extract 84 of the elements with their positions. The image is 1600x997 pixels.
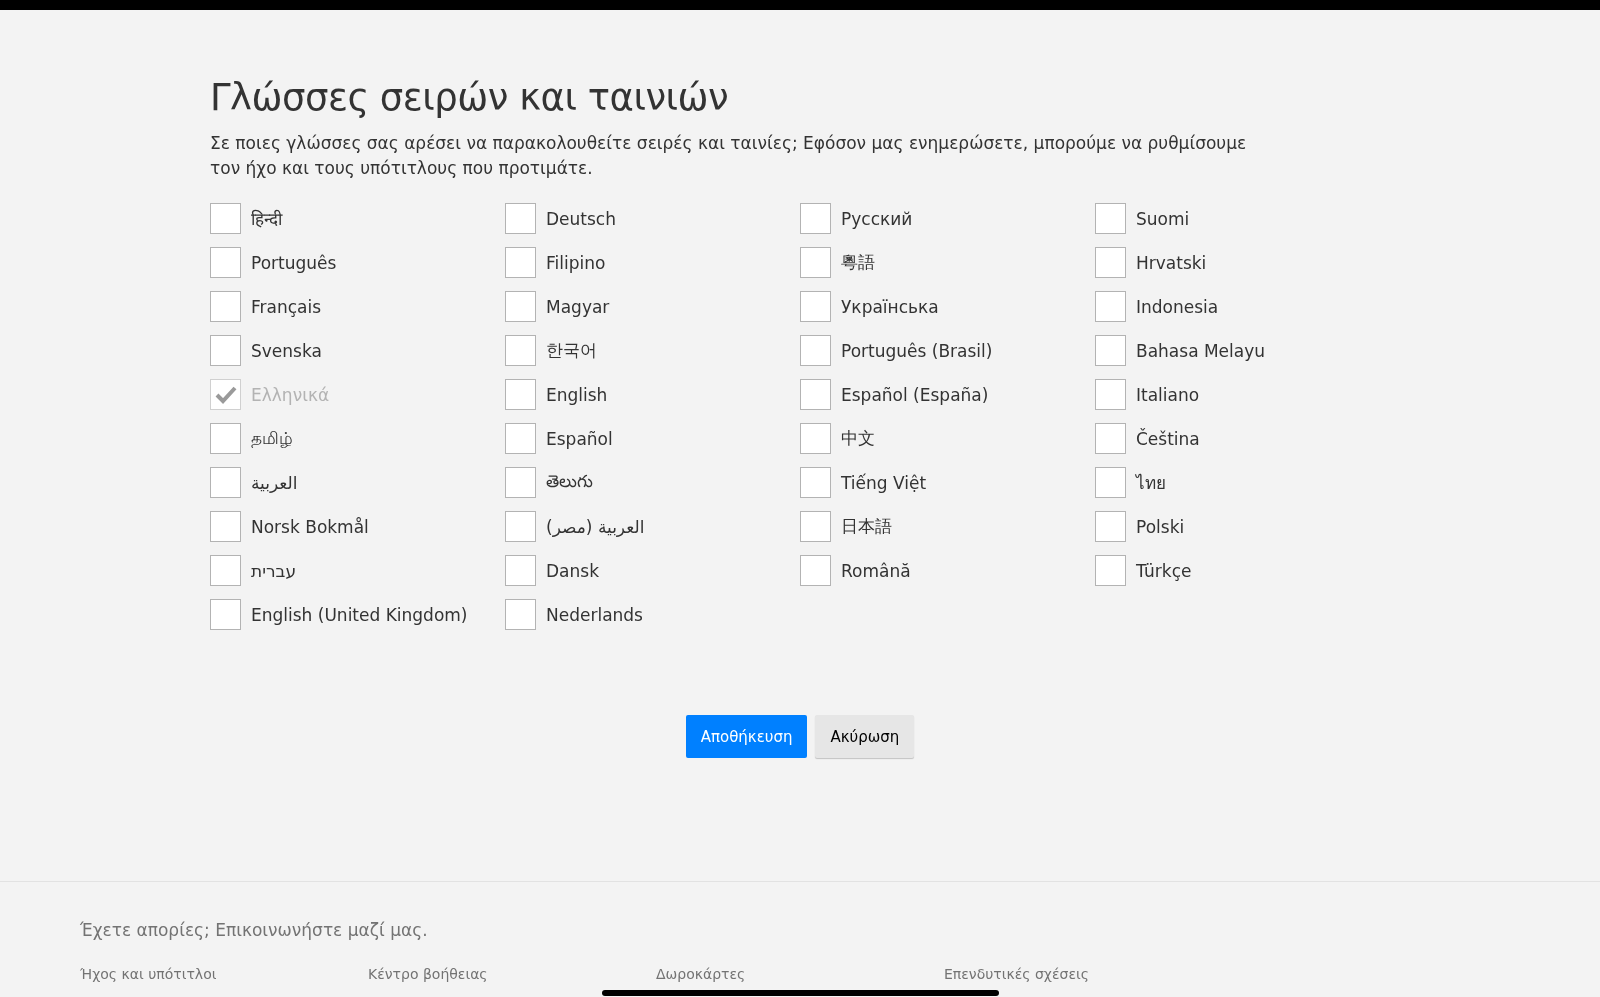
checkbox[interactable] xyxy=(505,247,536,278)
language-label: Indonesia xyxy=(1136,296,1219,317)
checkbox[interactable] xyxy=(800,335,831,366)
language-label: العربية (مصر) xyxy=(546,516,645,537)
checkbox[interactable] xyxy=(1095,379,1126,410)
checkbox[interactable] xyxy=(1095,335,1126,366)
language-label: 粵語 xyxy=(841,251,875,274)
checkbox[interactable] xyxy=(505,335,536,366)
language-label: தமிழ் xyxy=(251,427,293,450)
page-title: Γλώσσες σειρών και ταινιών xyxy=(210,76,730,119)
checkbox[interactable] xyxy=(1095,511,1126,542)
language-label: Español (España) xyxy=(841,384,989,405)
language-label: Hrvatski xyxy=(1136,252,1207,273)
language-label: Français xyxy=(251,296,322,317)
checkbox[interactable] xyxy=(1095,203,1126,234)
footer-link[interactable]: Δωροκάρτες xyxy=(656,966,944,982)
language-label: Dansk xyxy=(546,560,599,581)
language-label: Español xyxy=(546,428,613,449)
checkbox[interactable] xyxy=(210,247,241,278)
checkbox[interactable] xyxy=(505,423,536,454)
language-label: 한국어 xyxy=(546,339,597,362)
checkbox[interactable] xyxy=(1095,467,1126,498)
language-label: Italiano xyxy=(1136,384,1200,405)
checkbox[interactable] xyxy=(800,511,831,542)
language-label: Türkçe xyxy=(1136,560,1192,581)
checkbox[interactable] xyxy=(800,379,831,410)
checkbox[interactable] xyxy=(505,555,536,586)
checkbox[interactable] xyxy=(1095,247,1126,278)
checkbox[interactable] xyxy=(1095,291,1126,322)
cancel-button[interactable]: Ακύρωση xyxy=(815,715,915,758)
language-label: हिन्दी xyxy=(251,208,282,230)
language-label: 中文 xyxy=(841,427,875,450)
language-label: Bahasa Melayu xyxy=(1136,340,1266,361)
language-label: Norsk Bokmål xyxy=(251,516,369,537)
checkbox[interactable] xyxy=(505,511,536,542)
language-label: Română xyxy=(841,560,911,581)
checkbox[interactable] xyxy=(505,203,536,234)
checkbox[interactable] xyxy=(800,423,831,454)
language-label: Magyar xyxy=(546,296,610,317)
language-label: Suomi xyxy=(1136,208,1190,229)
checkbox[interactable] xyxy=(505,291,536,322)
checkbox[interactable] xyxy=(800,291,831,322)
language-label: 日本語 xyxy=(841,515,892,538)
language-label: Polski xyxy=(1136,516,1185,537)
language-label: Deutsch xyxy=(546,208,616,229)
language-label: Українська xyxy=(841,296,939,317)
footer-link[interactable]: Κέντρο βοήθειας xyxy=(368,966,656,982)
language-label: Filipino xyxy=(546,252,606,273)
checkbox[interactable] xyxy=(210,423,241,454)
checkbox[interactable] xyxy=(210,467,241,498)
language-label: తెలుగు xyxy=(546,470,593,493)
language-label: Português (Brasil) xyxy=(841,340,993,361)
language-label: Русский xyxy=(841,208,913,229)
language-label: ไทย xyxy=(1136,472,1166,495)
checkbox[interactable] xyxy=(800,467,831,498)
language-label: Português xyxy=(251,252,337,273)
checkbox[interactable] xyxy=(210,511,241,542)
checkbox[interactable] xyxy=(210,555,241,586)
language-label: Svenska xyxy=(251,340,322,361)
description: Σε ποιες γλώσσες σας αρέσει να παρακολουθείτε σειρές και ταινίες; Εφόσον μας ενημερώσετε, μπορούμε να ρυθμίσουμε τον ήχο και τους υπότιτλους που προτιμάτε. xyxy=(210,132,1248,180)
checkbox[interactable] xyxy=(505,599,536,630)
checkbox[interactable] xyxy=(505,379,536,410)
language-label: English xyxy=(546,384,608,405)
language-label: Ελληνικά xyxy=(251,384,330,405)
checkbox[interactable] xyxy=(800,247,831,278)
footer-link[interactable]: Επενδυτικές σχέσεις xyxy=(944,966,1232,982)
language-label: العربية xyxy=(251,472,298,493)
language-label: Čeština xyxy=(1136,428,1200,449)
checkbox[interactable] xyxy=(505,467,536,498)
checkbox[interactable] xyxy=(210,203,241,234)
language-label: Nederlands xyxy=(546,604,643,625)
checkbox[interactable] xyxy=(1095,555,1126,586)
language-label: Tiếng Việt xyxy=(841,472,927,493)
checkbox[interactable] xyxy=(210,291,241,322)
checkbox[interactable] xyxy=(1095,423,1126,454)
footer-link[interactable]: Ήχος και υπότιτλοι xyxy=(80,966,368,982)
contact-text: Έχετε απορίες; Επικοινωνήστε μαζί μας. xyxy=(80,920,429,940)
checkbox[interactable] xyxy=(210,599,241,630)
language-label: עברית xyxy=(251,560,297,581)
checkbox[interactable] xyxy=(800,555,831,586)
save-button[interactable]: Αποθήκευση xyxy=(685,715,808,758)
language-label: English (United Kingdom) xyxy=(251,604,468,625)
checkbox[interactable] xyxy=(210,335,241,366)
checkbox[interactable] xyxy=(800,203,831,234)
